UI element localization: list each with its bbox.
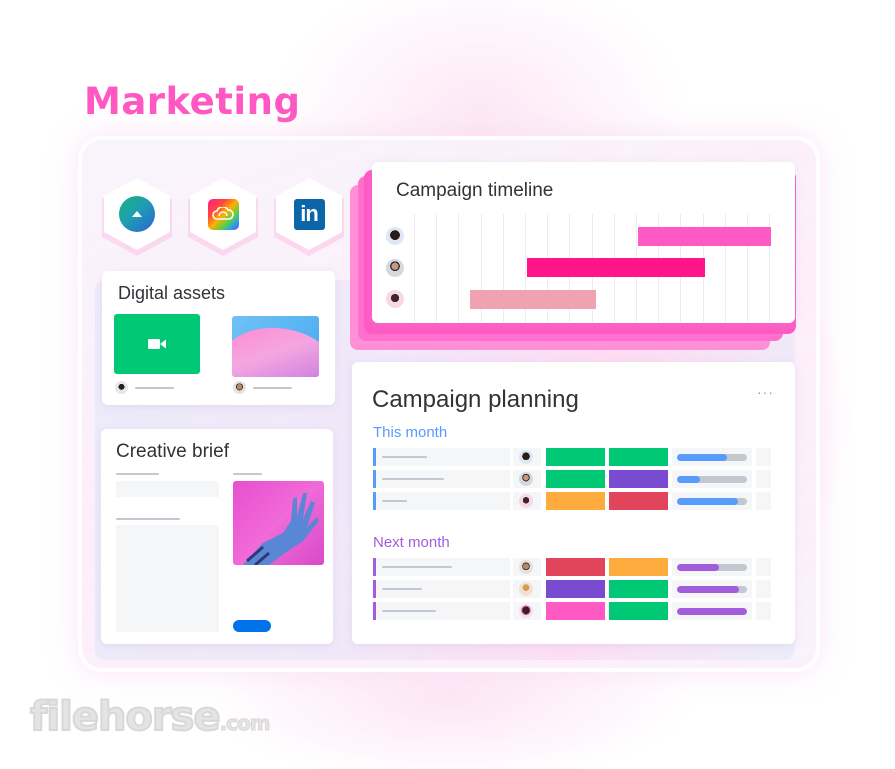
extra-cell[interactable] <box>756 470 771 488</box>
avatar <box>386 259 404 277</box>
progress-fill <box>677 564 719 571</box>
status-cell[interactable] <box>546 448 605 466</box>
timeline-gridline <box>458 214 460 322</box>
status-cell[interactable] <box>546 492 605 510</box>
status-cell[interactable] <box>546 470 605 488</box>
placeholder-line <box>382 566 452 568</box>
avatar <box>519 582 533 596</box>
group-label[interactable]: Next month <box>373 534 450 551</box>
avatar <box>519 494 533 508</box>
placeholder-line <box>116 518 180 520</box>
creative-brief-title: Creative brief <box>116 441 229 462</box>
progress-fill <box>677 586 740 593</box>
status-cell[interactable] <box>609 492 668 510</box>
image-asset-thumbnail[interactable] <box>232 316 319 377</box>
extra-cell[interactable] <box>756 602 771 620</box>
gantt-bar[interactable] <box>469 290 597 309</box>
progress-fill <box>677 476 701 483</box>
creative-brief-card[interactable]: Creative brief <box>101 429 333 644</box>
extra-cell[interactable] <box>756 492 771 510</box>
placeholder-field <box>116 481 219 497</box>
placeholder-line <box>233 473 262 475</box>
more-options-icon[interactable]: ··· <box>757 384 774 400</box>
avatar <box>519 560 533 574</box>
placeholder-line <box>382 588 422 590</box>
avatar <box>519 604 533 618</box>
status-cell[interactable] <box>609 602 668 620</box>
placeholder-line <box>382 610 436 612</box>
video-asset-thumbnail[interactable] <box>114 314 200 374</box>
progress-fill <box>677 498 738 505</box>
campaign-timeline-title: Campaign timeline <box>396 180 554 201</box>
status-cell[interactable] <box>609 558 668 576</box>
avatar <box>386 290 404 308</box>
gantt-bar[interactable] <box>638 227 772 246</box>
status-cell[interactable] <box>546 602 605 620</box>
avatar <box>386 227 404 245</box>
progress-track <box>677 586 747 593</box>
gantt-bar[interactable] <box>527 258 705 277</box>
status-cell[interactable] <box>609 470 668 488</box>
progress-track <box>677 454 747 461</box>
placeholder-line <box>253 387 292 389</box>
progress-fill <box>677 454 727 461</box>
placeholder-textarea <box>116 525 219 632</box>
watermark-logo: filehorse.com <box>29 693 271 741</box>
linkedin-icon: in <box>293 198 325 230</box>
progress-track <box>677 498 747 505</box>
status-cell[interactable] <box>546 580 605 598</box>
progress-fill <box>677 608 747 615</box>
timeline-gridline <box>436 214 438 322</box>
extra-cell[interactable] <box>756 580 771 598</box>
video-camera-icon <box>148 339 166 349</box>
watermark-text: filehorse <box>29 693 222 741</box>
progress-track <box>677 476 747 483</box>
page-title: Marketing <box>84 80 301 123</box>
abstract-shape <box>232 328 319 377</box>
avatar <box>115 381 128 394</box>
campaign-planning-card[interactable]: Campaign planning ··· This month Next mon… <box>352 362 795 644</box>
placeholder-line <box>382 478 444 480</box>
placeholder-line <box>382 500 407 502</box>
avatar <box>519 450 533 464</box>
placeholder-line <box>116 473 159 475</box>
extra-cell[interactable] <box>756 558 771 576</box>
placeholder-line <box>135 387 174 389</box>
avatar <box>233 381 246 394</box>
progress-track <box>677 608 747 615</box>
digital-assets-title: Digital assets <box>118 283 226 303</box>
progress-track <box>677 564 747 571</box>
status-cell[interactable] <box>609 580 668 598</box>
status-cell[interactable] <box>546 558 605 576</box>
group-label[interactable]: This month <box>373 424 447 441</box>
cloud-upload-icon <box>119 196 155 232</box>
hand-image <box>233 481 324 565</box>
status-cell[interactable] <box>609 448 668 466</box>
placeholder-line <box>382 456 427 458</box>
timeline-gridline <box>414 214 415 322</box>
extra-cell[interactable] <box>756 448 771 466</box>
adobe-creative-cloud-icon <box>207 198 239 230</box>
watermark-suffix: .com <box>219 711 271 736</box>
digital-assets-card[interactable]: Digital assets <box>102 271 335 405</box>
avatar <box>519 472 533 486</box>
brief-action-button[interactable] <box>233 620 271 632</box>
campaign-planning-title: Campaign planning <box>372 386 579 413</box>
